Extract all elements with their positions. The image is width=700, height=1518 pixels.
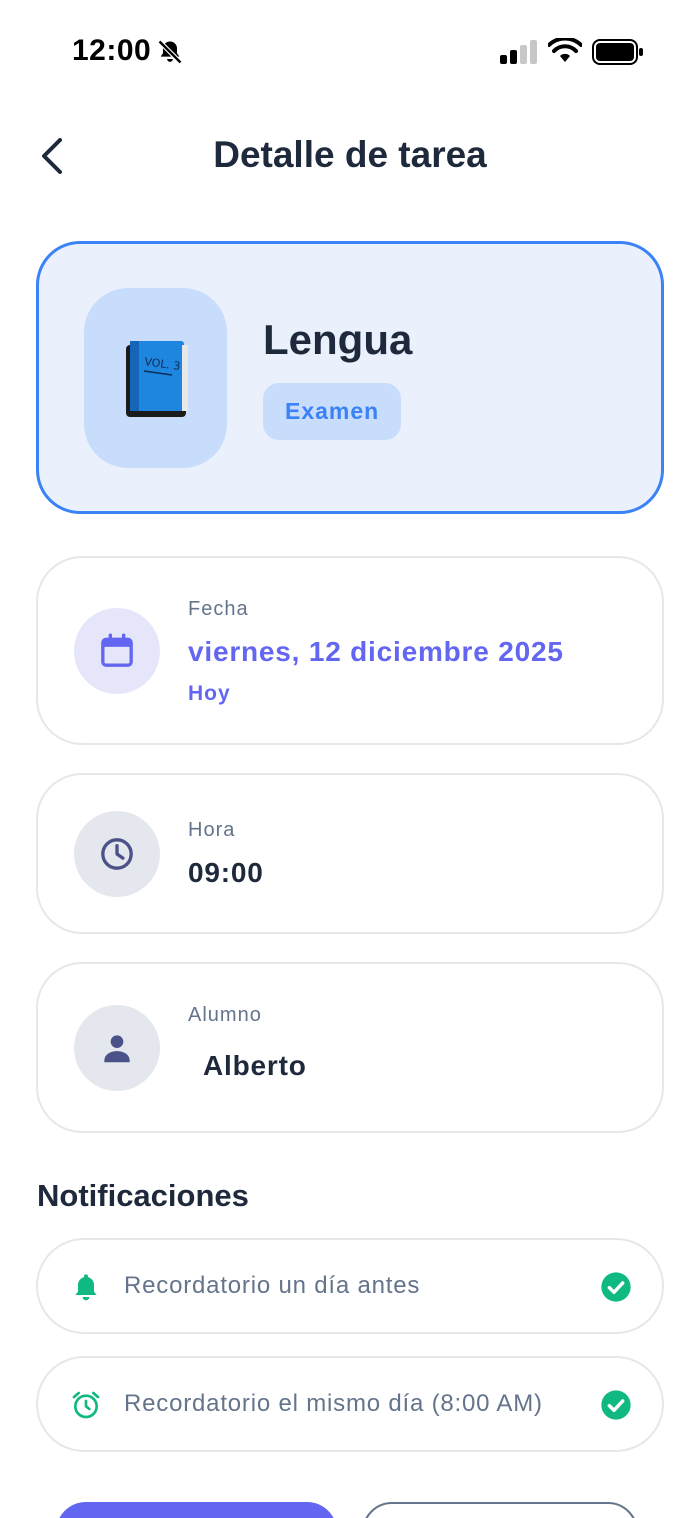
date-value: viernes, 12 diciembre 2025: [188, 636, 564, 667]
status-time: 12:00: [72, 34, 152, 67]
time-icon-circle: [74, 811, 160, 897]
signal-icon: [500, 40, 537, 64]
status-bar: 12:00: [0, 0, 700, 100]
check-circle-icon[interactable]: [600, 1271, 632, 1303]
student-value: Alberto: [203, 1050, 307, 1081]
date-icon-circle: [74, 608, 160, 694]
date-relative: Hoy: [188, 682, 231, 705]
wifi-icon: [548, 38, 582, 62]
time-value: 09:00: [188, 857, 264, 888]
subject-type-badge: Examen: [263, 383, 402, 440]
page-title: Detalle de tarea: [213, 134, 487, 175]
notification-item-day-before[interactable]: Recordatorio un día antes: [36, 1238, 664, 1334]
time-card[interactable]: Hora 09:00: [36, 773, 664, 934]
secondary-action-button[interactable]: [362, 1502, 638, 1518]
bell-icon: [75, 1274, 97, 1301]
student-label: Alumno: [188, 1004, 262, 1026]
notification-item-same-day[interactable]: Recordatorio el mismo día (8:00 AM): [36, 1356, 664, 1452]
notification-text: Recordatorio el mismo día (8:00 AM): [124, 1390, 543, 1417]
bell-off-icon: [157, 39, 183, 65]
time-label: Hora: [188, 819, 236, 841]
date-card[interactable]: Fecha viernes, 12 diciembre 2025 Hoy: [36, 556, 664, 745]
subject-name: Lengua: [263, 316, 413, 363]
notifications-heading: Notificaciones: [37, 1178, 249, 1213]
alarm-clock-icon: [72, 1391, 100, 1419]
notification-text: Recordatorio un día antes: [124, 1272, 421, 1299]
date-label: Fecha: [188, 598, 249, 620]
battery-icon: [592, 39, 643, 65]
header: Detalle de tarea: [0, 112, 700, 202]
calendar-icon: [101, 633, 133, 667]
student-icon-circle: [74, 1005, 160, 1091]
subject-card: VOL. 3 Lengua Examen: [36, 241, 664, 514]
check-circle-icon[interactable]: [600, 1389, 632, 1421]
subject-icon-box: VOL. 3: [84, 288, 227, 468]
student-card[interactable]: Alumno Alberto: [36, 962, 664, 1133]
primary-action-button[interactable]: [56, 1502, 337, 1518]
clock-icon: [101, 838, 133, 870]
book-icon: VOL. 3: [125, 341, 188, 417]
person-icon: [104, 1035, 130, 1063]
